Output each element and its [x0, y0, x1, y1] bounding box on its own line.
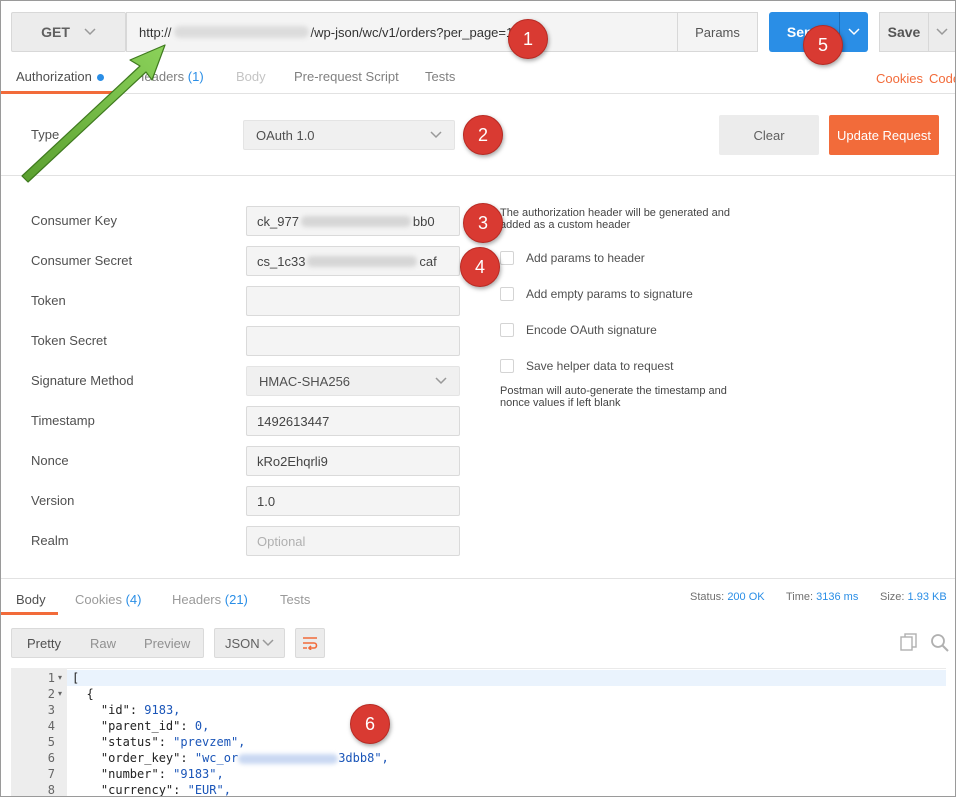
window-frame: [0, 0, 956, 797]
